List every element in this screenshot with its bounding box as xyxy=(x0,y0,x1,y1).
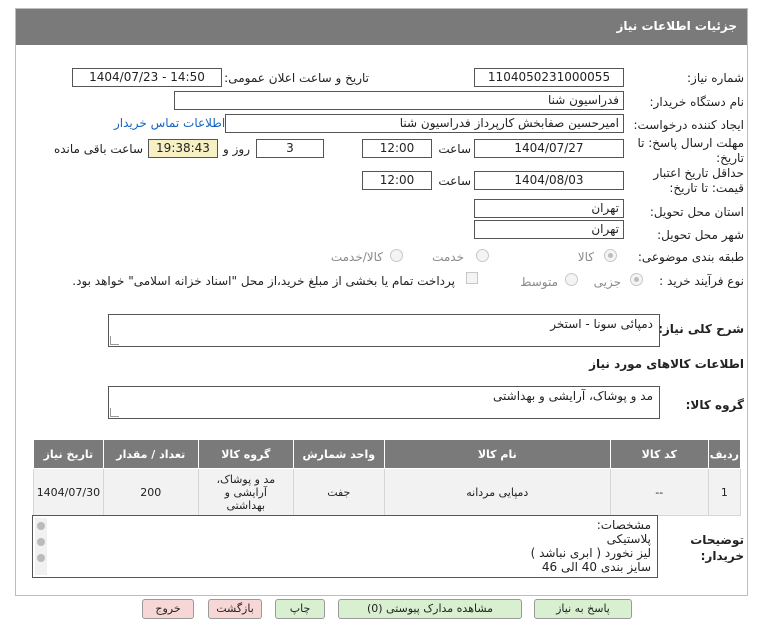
reply-date-field[interactable]: 1404/07/27 xyxy=(474,139,624,158)
table-row[interactable]: 1 -- دمپایی مردانه جفت مد و پوشاک، آرایش… xyxy=(33,468,742,516)
cell-unit: جفت xyxy=(292,468,385,516)
notes-line: مشخصات: xyxy=(596,518,651,532)
description-textarea[interactable]: دمپائی سونا - استخر xyxy=(108,314,660,347)
remaining-time-field: 19:38:43 xyxy=(148,139,218,158)
buyer-notes-textarea[interactable]: مشخصات: پلاستیکی لیز نخورد ( ابری نباشد … xyxy=(32,515,658,578)
cell-name: دمپایی مردانه xyxy=(383,468,611,516)
cell-qty: 200 xyxy=(102,468,199,516)
cell-date: 1404/07/30 xyxy=(33,468,104,516)
process-medium-label: متوسط xyxy=(520,275,558,289)
category-label: طبقه بندی موضوعی: xyxy=(637,250,744,264)
process-radio-minor[interactable] xyxy=(630,273,643,286)
process-label: نوع فرآیند خرید : xyxy=(659,274,744,288)
requester-label: ایجاد کننده درخواست: xyxy=(633,118,744,132)
resize-grip-icon[interactable] xyxy=(110,336,119,345)
category-radio-goods[interactable] xyxy=(604,249,617,262)
notes-line: پلاستیکی xyxy=(606,532,651,546)
requester-field[interactable]: امیرحسین صفابخش کارپرداز فدراسیون شنا xyxy=(225,114,624,133)
page-title: جزئیات اطلاعات نیاز xyxy=(616,19,737,33)
validity-date-field[interactable]: 1404/08/03 xyxy=(474,171,624,190)
col-name: نام کالا xyxy=(383,439,611,469)
back-button[interactable]: بازگشت xyxy=(208,599,262,619)
exit-button[interactable]: خروج xyxy=(142,599,194,619)
buyer-org-field[interactable]: فدراسیون شنا xyxy=(174,91,624,110)
scroll-up-icon[interactable] xyxy=(37,522,45,530)
category-service-label: خدمت xyxy=(432,250,464,264)
description-text: دمپائی سونا - استخر xyxy=(550,317,653,331)
col-qty: تعداد / مقدار xyxy=(102,439,199,469)
attachments-button[interactable]: مشاهده مدارک پیوستی (0) xyxy=(338,599,522,619)
col-group: گروه کالا xyxy=(197,439,294,469)
treasury-note: پرداخت تمام یا بخشی از مبلغ خرید،از محل … xyxy=(72,274,455,288)
cell-group: مد و پوشاک، آرایشی و بهداشتی xyxy=(197,468,294,516)
notes-scrollbar[interactable] xyxy=(35,518,47,575)
treasury-checkbox[interactable] xyxy=(466,272,478,284)
contact-info-link[interactable]: اطلاعات تماس خریدار xyxy=(114,116,225,130)
validity-time-label: ساعت xyxy=(438,174,471,188)
goods-group-textarea[interactable]: مد و پوشاک، آرایشی و بهداشتی xyxy=(108,386,660,419)
province-label: استان محل تحویل: xyxy=(649,205,744,219)
validity-time-field[interactable]: 12:00 xyxy=(362,171,432,190)
col-code: کد کالا xyxy=(609,439,709,469)
buyer-org-label: نام دستگاه خریدار: xyxy=(649,95,745,109)
days-field[interactable]: 3 xyxy=(256,139,324,158)
city-field[interactable]: تهران xyxy=(474,220,624,239)
city-label: شهر محل تحویل: xyxy=(657,228,744,242)
remaining-label: ساعت باقی مانده xyxy=(53,142,143,156)
print-button[interactable]: چاپ xyxy=(275,599,325,619)
process-minor-label: جزیی xyxy=(593,275,621,289)
col-unit: واحد شمارش xyxy=(292,439,385,469)
category-goods-label: کالا xyxy=(577,250,594,264)
table-header-row: ردیف کد کالا نام کالا واحد شمارش گروه کا… xyxy=(33,439,742,469)
days-and-label: روز و xyxy=(223,142,250,156)
announce-label: تاریخ و ساعت اعلان عمومی: xyxy=(224,71,369,85)
category-both-label: کالا/خدمت xyxy=(330,250,383,264)
need-number-label: شماره نیاز: xyxy=(687,71,744,85)
buyer-notes-label: توضیحات خریدار: xyxy=(690,533,744,563)
notes-line: سایز بندی 40 الی 46 xyxy=(541,560,651,574)
cell-code: -- xyxy=(609,468,709,516)
scroll-thumb[interactable] xyxy=(37,538,45,546)
notes-line: لیز نخورد ( ابری نباشد ) xyxy=(530,546,651,560)
title-bar: جزئیات اطلاعات نیاز xyxy=(16,9,747,45)
goods-group-text: مد و پوشاک، آرایشی و بهداشتی xyxy=(493,389,653,403)
validity-label: حداقل تاریخ اعتبار قیمت: تا تاریخ: xyxy=(653,166,744,195)
goods-table: ردیف کد کالا نام کالا واحد شمارش گروه کا… xyxy=(33,439,742,516)
goods-info-title: اطلاعات کالاهای مورد نیاز xyxy=(589,357,744,371)
category-radio-both[interactable] xyxy=(390,249,403,262)
description-label: شرح کلی نیاز: xyxy=(658,322,744,336)
province-field[interactable]: تهران xyxy=(474,199,624,218)
col-date: تاریخ نیاز xyxy=(33,439,104,469)
need-number-field[interactable]: 1104050231000055 xyxy=(474,68,624,87)
announce-field[interactable]: 1404/07/23 - 14:50 xyxy=(72,68,222,87)
process-radio-medium[interactable] xyxy=(565,273,578,286)
goods-group-label: گروه کالا: xyxy=(685,398,744,412)
reply-time-label: ساعت xyxy=(438,142,471,156)
col-row: ردیف xyxy=(707,439,742,469)
reply-deadline-label: مهلت ارسال پاسخ: تا تاریخ: xyxy=(637,136,744,165)
scroll-down-icon[interactable] xyxy=(37,554,45,562)
cell-row: 1 xyxy=(707,468,742,516)
resize-grip-icon[interactable] xyxy=(110,408,119,417)
reply-button[interactable]: پاسخ به نیاز xyxy=(534,599,632,619)
category-radio-service[interactable] xyxy=(476,249,489,262)
reply-time-field[interactable]: 12:00 xyxy=(362,139,432,158)
